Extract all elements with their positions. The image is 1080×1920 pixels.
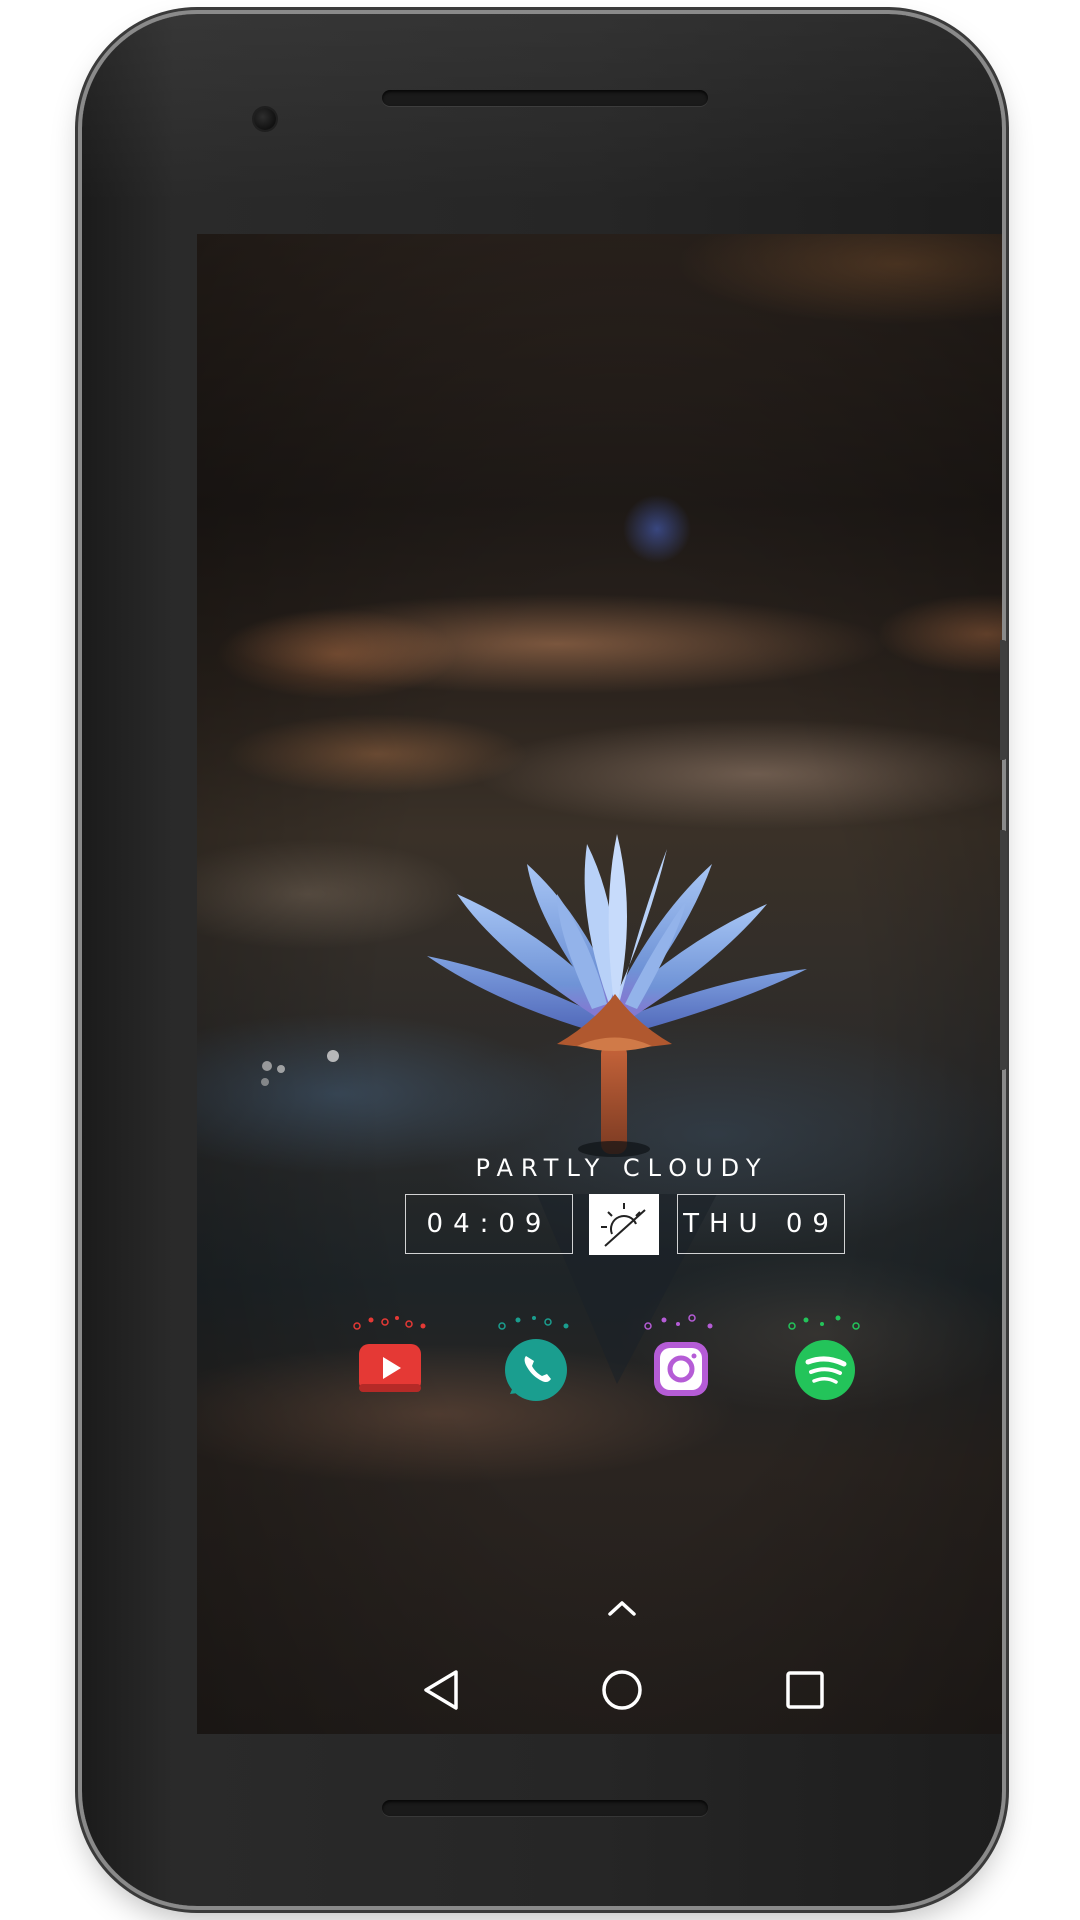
phone-device: PARTLY CLOUDY 04:09 THU 09 (82, 14, 1002, 1906)
clock-widget[interactable]: 04:09 THU 09 (405, 1194, 845, 1256)
earpiece-speaker (382, 90, 708, 106)
power-button[interactable] (1000, 640, 1007, 760)
weather-condition: PARTLY CLOUDY (475, 1154, 769, 1182)
volume-rocker[interactable] (1000, 830, 1007, 1070)
whatsapp-dots-icon (498, 1316, 569, 1330)
instagram-app[interactable] (636, 1312, 726, 1412)
youtube-dots-icon (353, 1316, 426, 1330)
youtube-icon (359, 1344, 421, 1392)
back-triangle-icon[interactable] (412, 1662, 468, 1718)
spotify-app[interactable] (780, 1312, 870, 1412)
spotify-dots-icon (788, 1315, 860, 1330)
app-dock (197, 1312, 1002, 1412)
home-circle-icon[interactable] (594, 1662, 650, 1718)
spotify-icon (795, 1340, 855, 1400)
whatsapp-icon (505, 1339, 567, 1401)
recents-square-icon[interactable] (777, 1662, 833, 1718)
clock-time[interactable]: 04:09 (405, 1194, 573, 1254)
bezel-highlight (82, 14, 1002, 204)
partly-cloudy-sun-icon[interactable] (589, 1194, 659, 1255)
youtube-app[interactable] (345, 1312, 435, 1412)
instagram-icon (654, 1342, 708, 1396)
bottom-speaker (382, 1800, 708, 1816)
whatsapp-app[interactable] (490, 1312, 580, 1412)
front-camera (254, 108, 276, 130)
clock-date[interactable]: THU 09 (677, 1194, 845, 1254)
wallpaper-vignette (197, 234, 1002, 1734)
navigation-bar (197, 1644, 1002, 1734)
chevron-up-icon[interactable] (604, 1596, 640, 1620)
instagram-dots-icon (644, 1314, 713, 1330)
home-screen[interactable]: PARTLY CLOUDY 04:09 THU 09 (197, 234, 1002, 1734)
